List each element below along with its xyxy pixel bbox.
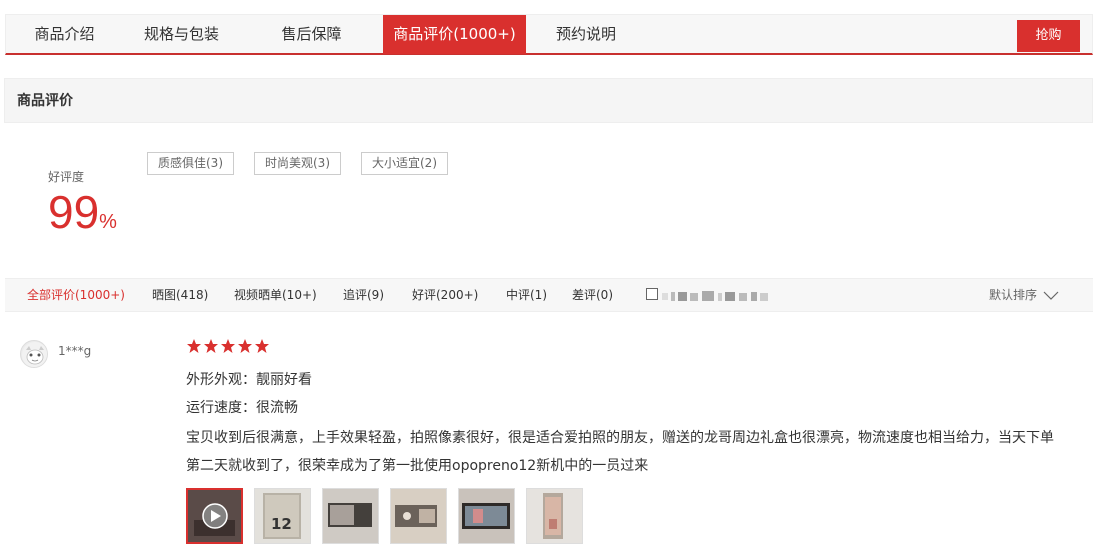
avatar-face-icon (22, 342, 47, 367)
photo-thumbnail[interactable]: 12 (254, 488, 311, 544)
photo-thumbnail[interactable] (390, 488, 447, 544)
video-thumbnail[interactable] (186, 488, 243, 544)
phone-back-icon (391, 489, 446, 543)
star-icon (255, 339, 269, 353)
buy-button[interactable]: 抢购 (1017, 20, 1080, 52)
review-tag[interactable]: 质感俱佳(3) (147, 152, 234, 175)
review-content: 宝贝收到后很满意，上手效果轻盈，拍照像素很好，很是适合爱拍照的朋友，赠送的龙哥周… (186, 430, 1054, 474)
filter-neutral[interactable]: 中评(1) (506, 279, 547, 311)
photo-box-label: 12 (271, 515, 292, 533)
photo-thumbnail[interactable] (458, 488, 515, 544)
phone-photo-icon (323, 489, 378, 543)
rating-stars (186, 338, 270, 354)
filter-checkbox[interactable] (646, 288, 658, 300)
phone-screen-icon (459, 489, 514, 543)
filter-positive[interactable]: 好评(200+) (412, 279, 478, 311)
filter-checkbox-label (662, 279, 774, 311)
review-tag[interactable]: 时尚美观(3) (254, 152, 341, 175)
tab-reviews[interactable]: 商品评价(1000+) (383, 15, 526, 54)
sort-label: 默认排序 (989, 288, 1038, 302)
chevron-down-icon (1043, 291, 1059, 300)
photo-thumbnail[interactable] (526, 488, 583, 544)
review-media: 12 (186, 488, 583, 544)
username: 1***g (58, 344, 92, 358)
review-filter-bar: 全部评价(1000+) 晒图(418) 视频晒单(10+) 追评(9) 好评(2… (5, 278, 1093, 312)
photo-thumbnail[interactable] (322, 488, 379, 544)
section-title: 商品评价 (4, 78, 1093, 123)
rating-label: 好评度 (48, 170, 85, 184)
tab-bar: 商品介绍 规格与包装 售后保障 商品评价(1000+) 预约说明 (5, 14, 1093, 55)
rating-number: 99 (48, 186, 100, 238)
rating-value: 99% (48, 186, 117, 238)
sort-dropdown[interactable]: 默认排序 (989, 279, 1059, 311)
star-icon (204, 339, 218, 353)
star-icon (187, 339, 201, 353)
star-icon (221, 339, 235, 353)
filter-negative[interactable]: 差评(0) (572, 279, 613, 311)
filter-all[interactable]: 全部评价(1000+) (27, 279, 125, 311)
tab-spec-packaging[interactable]: 规格与包装 (123, 15, 240, 54)
star-icon (238, 339, 252, 353)
blurred-label-icon (662, 290, 768, 301)
filter-photos[interactable]: 晒图(418) (152, 279, 208, 311)
review-tag[interactable]: 大小适宜(2) (361, 152, 448, 175)
rating-unit: % (99, 211, 117, 233)
filter-video[interactable]: 视频晒单(10+) (234, 279, 317, 311)
review-appearance: 外形外观：靓丽好看 (186, 372, 312, 388)
phone-hand-icon (527, 489, 582, 543)
filter-follow-up[interactable]: 追评(9) (343, 279, 384, 311)
tab-after-sales[interactable]: 售后保障 (240, 15, 383, 54)
avatar (20, 340, 48, 368)
tab-reservation-notes[interactable]: 预约说明 (526, 15, 646, 54)
review-speed: 运行速度：很流畅 (186, 400, 298, 416)
tab-product-intro[interactable]: 商品介绍 (6, 15, 123, 54)
video-play-icon (188, 490, 241, 542)
